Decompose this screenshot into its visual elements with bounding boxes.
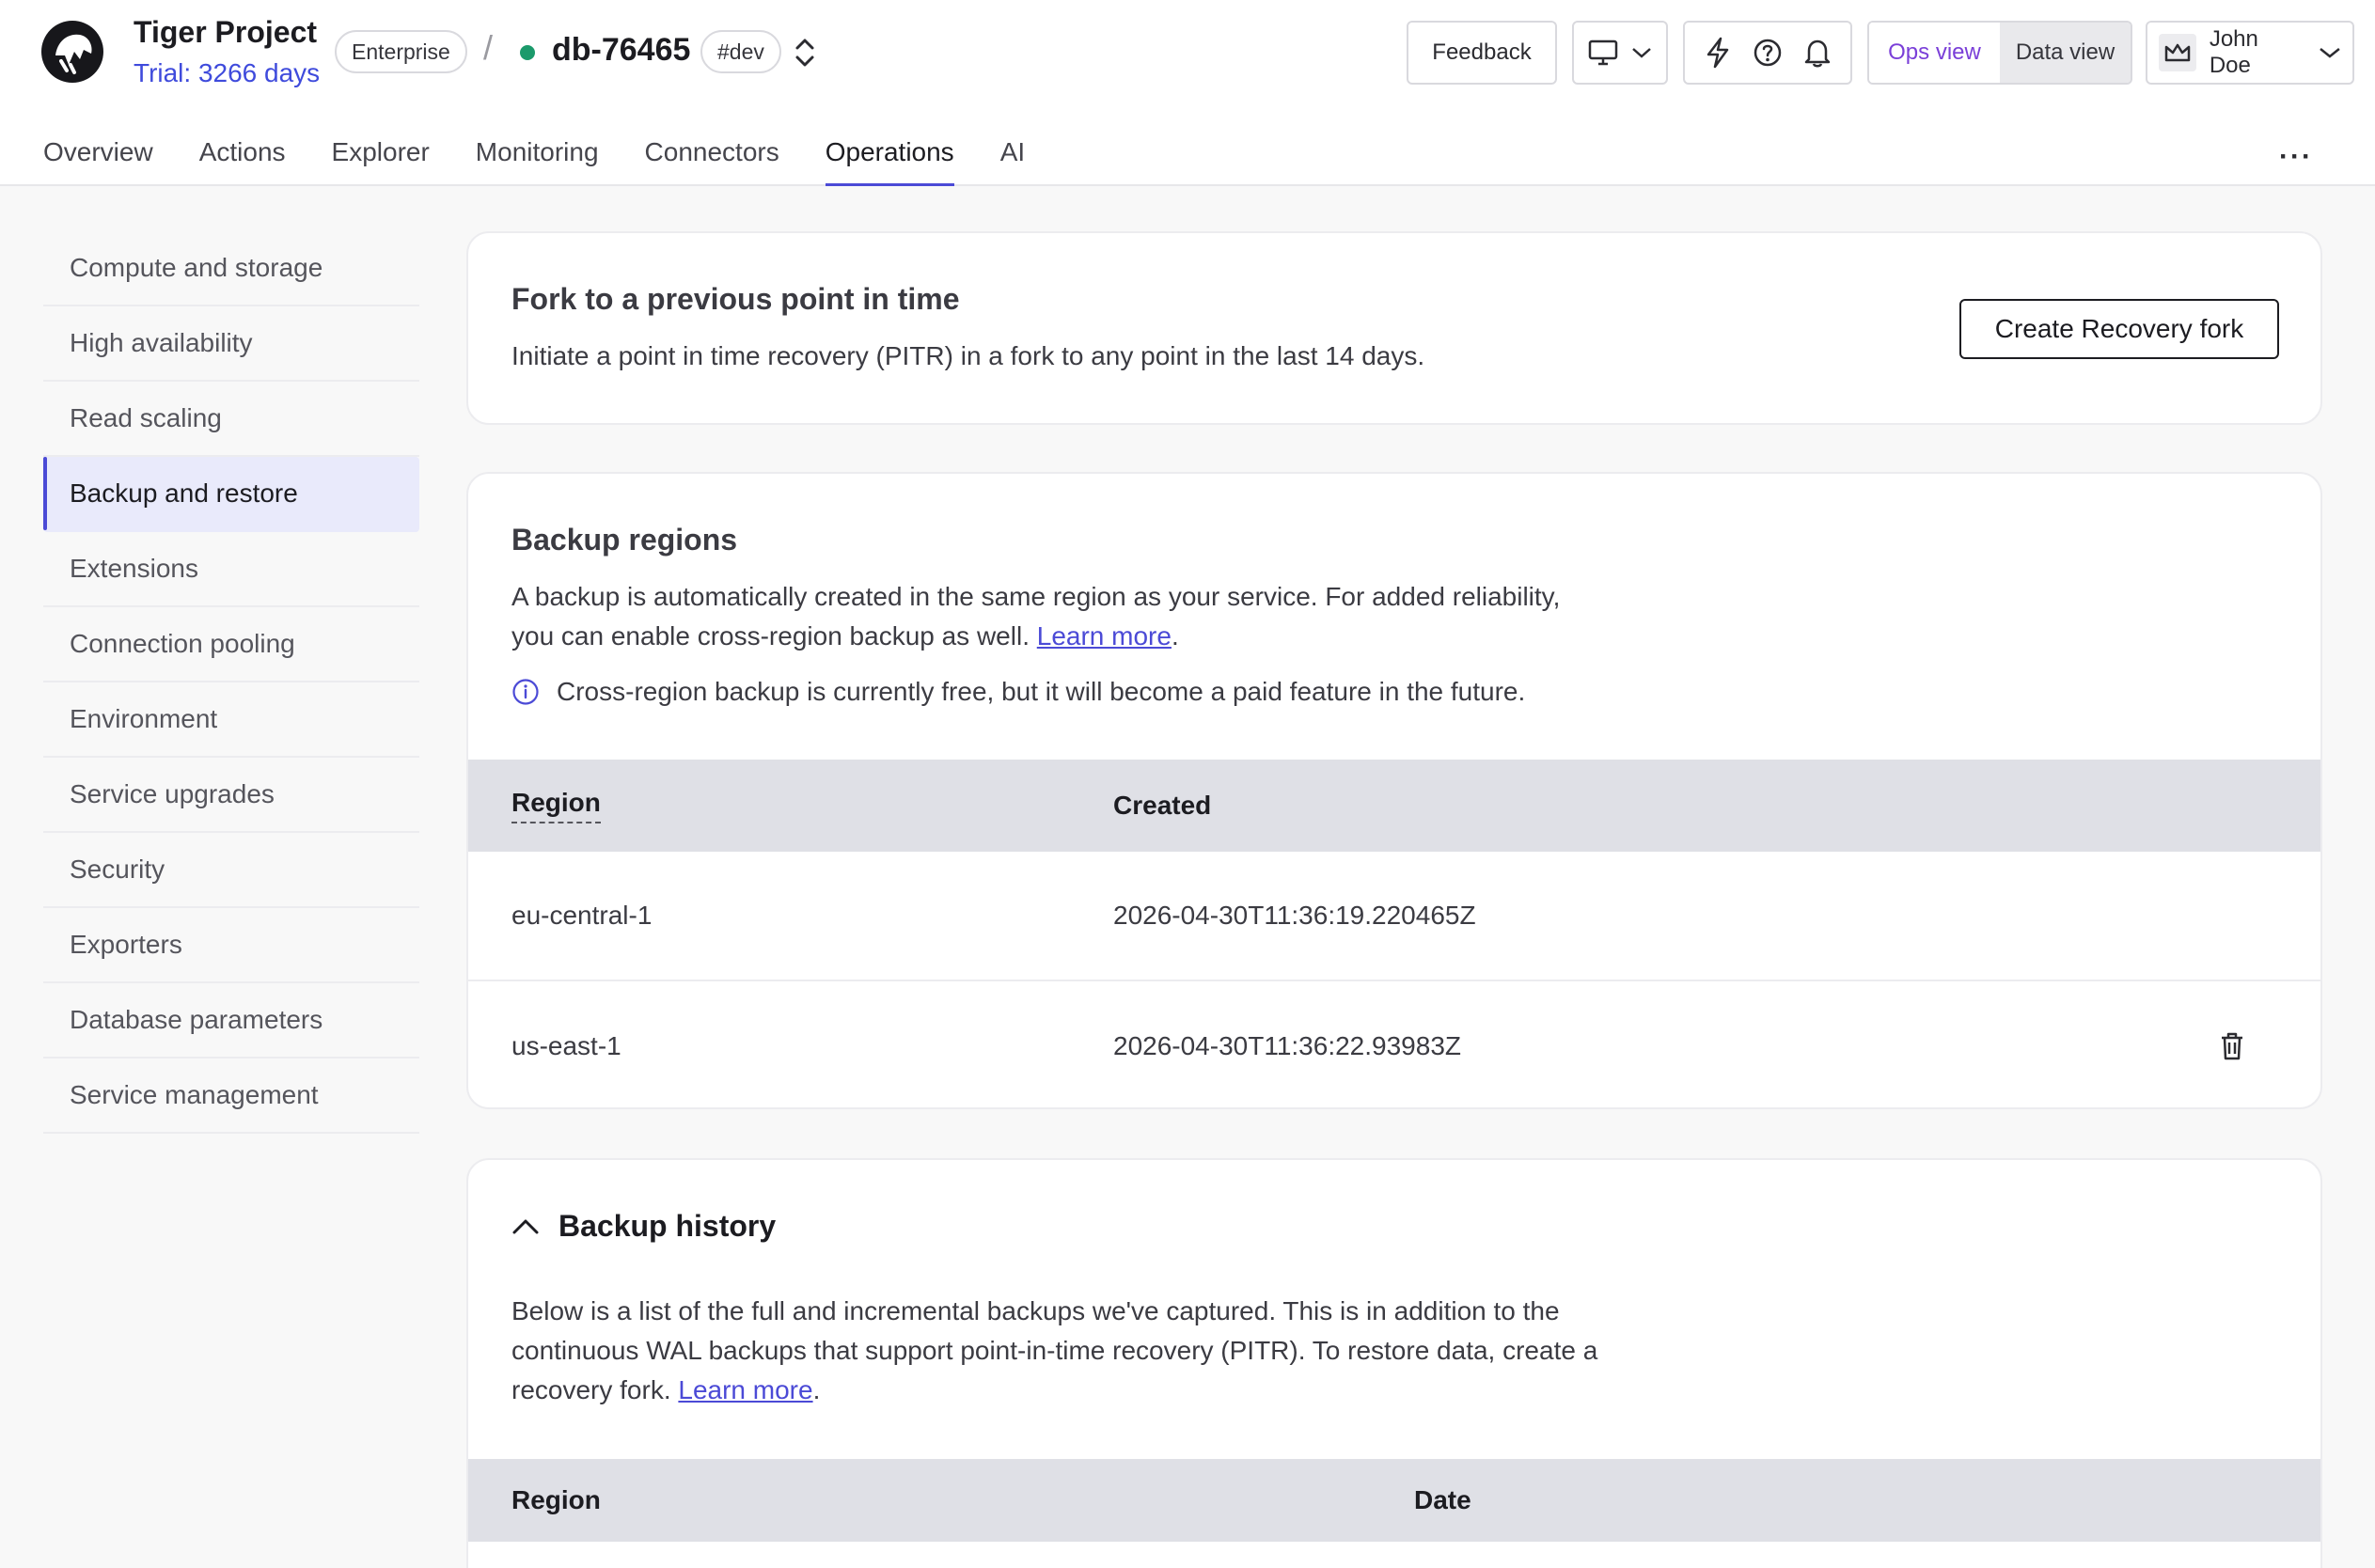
column-header-created: Created	[1113, 791, 1212, 820]
sidebar-item-connection-pooling[interactable]: Connection pooling	[43, 607, 419, 682]
sidebar-item-service-upgrades[interactable]: Service upgrades	[43, 758, 419, 833]
description-line: you can enable cross-region backup as we…	[511, 621, 1030, 651]
sidebar-item-exporters[interactable]: Exporters	[43, 908, 419, 983]
crown-icon	[2159, 34, 2196, 71]
tab-ai[interactable]: AI	[1000, 137, 1025, 186]
tab-overview[interactable]: Overview	[43, 137, 153, 186]
sidebar-item-read-scaling[interactable]: Read scaling	[43, 382, 419, 457]
description-line: recovery fork.	[511, 1375, 671, 1404]
sidebar-item-extensions[interactable]: Extensions	[43, 532, 419, 607]
cross-region-info-text: Cross-region backup is currently free, b…	[557, 677, 1526, 706]
sidebar-item-service-management[interactable]: Service management	[43, 1058, 419, 1134]
breadcrumb-separator: /	[483, 28, 494, 67]
sidebar-item-compute-and-storage[interactable]: Compute and storage	[43, 231, 419, 306]
data-view-button[interactable]: Data view	[2000, 23, 2131, 83]
top-bar: Tiger Project Trial: 3266 days Enterpris…	[0, 0, 2375, 186]
fork-card-title: Fork to a previous point in time	[511, 282, 960, 316]
project-name[interactable]: Tiger Project	[134, 15, 317, 50]
sidebar-item-high-availability[interactable]: High availability	[43, 306, 419, 382]
created-cell: 2026-04-30T11:36:19.220465Z	[1113, 901, 1476, 930]
view-toggle: Ops view Data view	[1867, 21, 2132, 85]
sidebar-item-backup-and-restore[interactable]: Backup and restore	[43, 457, 419, 532]
backup-history-title: Backup history	[558, 1209, 777, 1243]
sidebar-item-security[interactable]: Security	[43, 833, 419, 908]
description-period: .	[812, 1375, 821, 1404]
learn-more-link[interactable]: Learn more	[1037, 621, 1172, 651]
backup-regions-title: Backup regions	[511, 523, 738, 557]
table-row: us-east-1 2026-04-30T11:36:22.93983Z	[468, 981, 2320, 1107]
table-row: eu-central-1 2026-04-30T11:36:19.220465Z	[468, 852, 2320, 981]
plan-badge: Enterprise	[335, 30, 467, 73]
backup-history-card: Backup history Below is a list of the fu…	[466, 1158, 2322, 1568]
column-header-region: Region	[511, 1485, 601, 1514]
main-tabs: Overview Actions Explorer Monitoring Con…	[43, 137, 1071, 186]
history-table-header: Region Date	[468, 1459, 2320, 1542]
learn-more-link[interactable]: Learn more	[678, 1375, 812, 1404]
fork-card-description: Initiate a point in time recovery (PITR)…	[511, 341, 1425, 370]
backup-regions-description: A backup is automatically created in the…	[511, 577, 1560, 656]
user-menu-button[interactable]: John Doe	[2146, 21, 2354, 85]
column-header-region[interactable]: Region	[511, 788, 601, 823]
trial-days[interactable]: Trial: 3266 days	[134, 58, 320, 88]
chevron-down-icon	[1632, 48, 1651, 58]
user-name: John Doe	[2209, 26, 2258, 78]
backup-history-description: Below is a list of the full and incremen…	[511, 1292, 1597, 1410]
tab-monitoring[interactable]: Monitoring	[476, 137, 599, 186]
help-icon[interactable]	[1753, 38, 1783, 68]
tab-actions[interactable]: Actions	[199, 137, 286, 186]
sidebar-item-environment[interactable]: Environment	[43, 682, 419, 758]
tiger-logo-icon[interactable]	[41, 21, 103, 83]
description-period: .	[1171, 621, 1179, 651]
backup-history-toggle[interactable]: Backup history	[511, 1209, 776, 1244]
operations-sidebar: Compute and storage High availability Re…	[43, 231, 419, 1134]
description-line: continuous WAL backups that support poin…	[511, 1336, 1598, 1365]
fork-card: Fork to a previous point in time Initiat…	[466, 231, 2322, 425]
tools-button-group	[1683, 21, 1852, 85]
description-line: Below is a list of the full and incremen…	[511, 1296, 1560, 1325]
created-cell: 2026-04-30T11:36:22.93983Z	[1113, 1031, 1461, 1060]
ops-view-button[interactable]: Ops view	[1869, 23, 2000, 83]
monitor-icon	[1588, 39, 1618, 66]
tab-explorer[interactable]: Explorer	[332, 137, 430, 186]
trash-icon[interactable]	[2219, 1031, 2245, 1061]
chevron-up-icon	[512, 1219, 539, 1233]
cross-region-info: Cross-region backup is currently free, b…	[511, 677, 1525, 707]
lightning-icon[interactable]	[1704, 37, 1732, 69]
display-menu-button[interactable]	[1572, 21, 1668, 85]
status-dot-icon	[520, 45, 535, 60]
description-line: A backup is automatically created in the…	[511, 582, 1561, 611]
sidebar-item-database-parameters[interactable]: Database parameters	[43, 983, 419, 1058]
info-icon	[512, 679, 539, 705]
tab-operations[interactable]: Operations	[825, 137, 954, 186]
create-recovery-fork-button[interactable]: Create Recovery fork	[1959, 299, 2279, 359]
service-name[interactable]: db-76465	[552, 32, 690, 69]
region-cell: eu-central-1	[511, 901, 653, 930]
region-cell: us-east-1	[511, 1031, 621, 1060]
service-switcher-icon[interactable]	[793, 36, 817, 70]
feedback-button[interactable]: Feedback	[1407, 21, 1557, 85]
regions-table-header: Region Created	[468, 760, 2320, 852]
tab-connectors[interactable]: Connectors	[645, 137, 779, 186]
bell-icon[interactable]	[1803, 38, 1832, 68]
chevron-down-icon	[2320, 48, 2340, 58]
more-options-icon[interactable]: ···	[2279, 141, 2313, 173]
backup-regions-card: Backup regions A backup is automatically…	[466, 472, 2322, 1109]
column-header-date: Date	[1414, 1485, 1471, 1514]
env-badge: #dev	[700, 30, 781, 73]
